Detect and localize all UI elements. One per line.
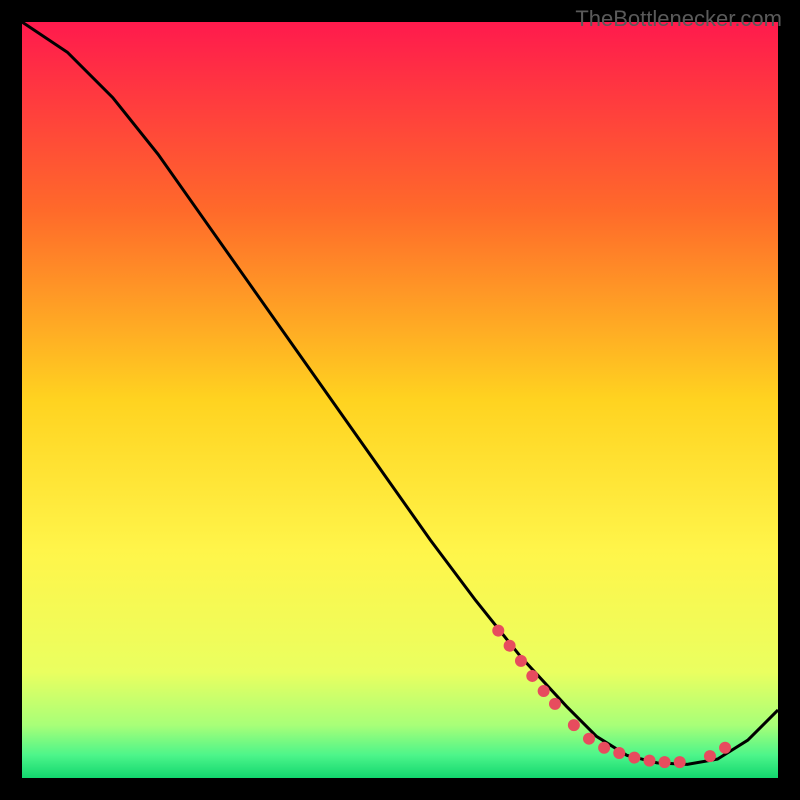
data-marker: [492, 625, 504, 637]
data-marker: [628, 752, 640, 764]
data-marker: [643, 755, 655, 767]
data-marker: [704, 750, 716, 762]
data-marker: [613, 747, 625, 759]
data-marker: [583, 733, 595, 745]
data-marker: [659, 756, 671, 768]
data-marker: [549, 698, 561, 710]
chart-background: [22, 22, 778, 778]
data-marker: [515, 655, 527, 667]
data-marker: [538, 685, 550, 697]
chart-svg: [22, 22, 778, 778]
watermark-text: TheBottlenecker.com: [575, 6, 782, 32]
data-marker: [674, 756, 686, 768]
data-marker: [719, 742, 731, 754]
data-marker: [504, 640, 516, 652]
data-marker: [598, 742, 610, 754]
data-marker: [526, 670, 538, 682]
data-marker: [568, 719, 580, 731]
chart-plot-area: [22, 22, 778, 778]
